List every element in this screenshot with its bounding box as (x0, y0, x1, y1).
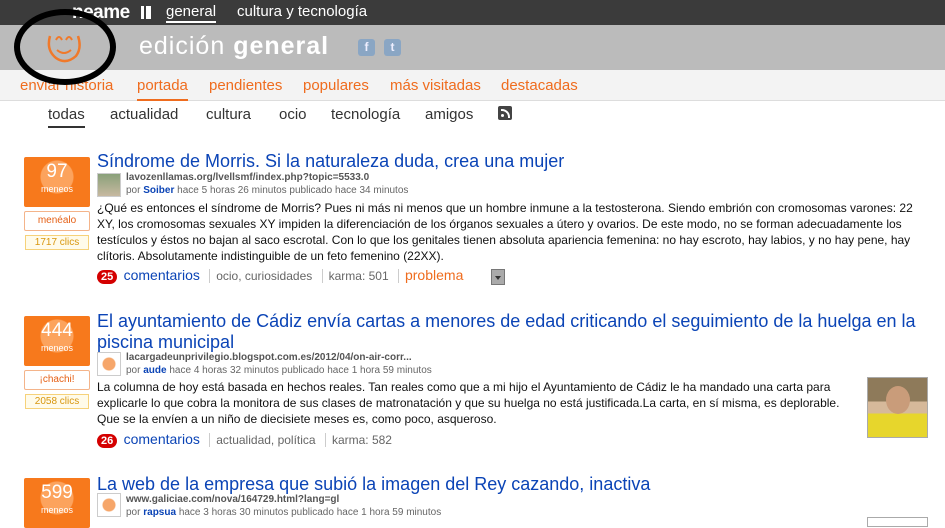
news-karma: karma: 501 (328, 269, 389, 283)
news-meta: por aude hace 4 horas 32 minutos publica… (126, 365, 432, 376)
vote-counter: 97 meneos (24, 157, 90, 207)
news-meta: por Soiber hace 5 horas 26 minutos publi… (126, 185, 409, 196)
news-tags[interactable]: actualidad, política (216, 433, 315, 447)
news-karma: karma: 582 (331, 433, 392, 447)
twitter-icon[interactable]: t (384, 39, 401, 56)
news-body: La columna de hoy está basada en hechos … (97, 380, 840, 426)
vote-count: 444 (41, 320, 73, 341)
user-avatar[interactable] (97, 173, 121, 197)
edition-title: edición general (139, 32, 330, 60)
news-title[interactable]: La web de la empresa que subió la imagen… (97, 474, 897, 495)
vote-label: meneos (40, 505, 74, 515)
top-bar: neame general cultura y tecnología (0, 0, 945, 25)
nav-populares[interactable]: populares (303, 77, 369, 94)
edition-icon (141, 6, 151, 19)
tab-general[interactable]: general (166, 3, 217, 23)
comments-count-badge: 25 (97, 270, 118, 284)
subnav-tecnologia[interactable]: tecnología (331, 106, 400, 123)
news-user-link[interactable]: aude (143, 365, 166, 376)
nav-destacadas[interactable]: destacadas (501, 77, 578, 94)
vote-box: 97 meneos menéalo 1717 clics (24, 157, 90, 250)
news-user-link[interactable]: Soiber (143, 185, 174, 196)
news-url[interactable]: www.galiciae.com/nova/164729.html?lang=g… (126, 494, 339, 505)
news-thumbnail[interactable] (867, 517, 928, 527)
problem-link[interactable]: problema (405, 267, 463, 283)
news-body: ¿Qué es entonces el síndrome de Morris? … (97, 201, 913, 263)
vote-count: 599 (41, 482, 73, 503)
subnav-ocio[interactable]: ocio (279, 106, 307, 123)
vote-label: meneos (40, 343, 74, 353)
rss-icon[interactable] (498, 106, 512, 120)
nav-pendientes[interactable]: pendientes (209, 77, 282, 94)
subnav-actualidad[interactable]: actualidad (110, 106, 178, 123)
news-footer: 26 comentarios actualidad, política karm… (97, 431, 392, 448)
comments-link[interactable]: comentarios (124, 431, 200, 447)
nav-mas-visitadas[interactable]: más visitadas (390, 77, 481, 94)
edition-header: edición general f t (0, 25, 945, 70)
news-tags[interactable]: ocio, curiosidades (216, 269, 312, 283)
source-favicon-icon (97, 493, 121, 517)
comments-link[interactable]: comentarios (124, 267, 200, 283)
vote-counter: 444 meneos (24, 316, 90, 366)
news-meta: por rapsua hace 3 horas 30 minutos publi… (126, 507, 442, 518)
problem-dropdown-icon[interactable] (490, 268, 505, 285)
news-user-link[interactable]: rapsua (143, 507, 176, 518)
source-favicon-icon (97, 352, 121, 376)
vote-count: 97 (46, 161, 68, 182)
vote-counter: 599 meneos (24, 478, 90, 528)
news-title[interactable]: Síndrome de Morris. Si la naturaleza dud… (97, 151, 897, 172)
news-url[interactable]: lavozenllamas.org/lvellsmf/index.php?top… (126, 172, 369, 183)
vote-box: 599 meneos (24, 478, 90, 528)
facebook-icon[interactable]: f (358, 39, 375, 56)
clicks-count: 1717 clics (25, 235, 89, 250)
news-title[interactable]: El ayuntamiento de Cádiz envía cartas a … (97, 311, 927, 353)
subnav-amigos[interactable]: amigos (425, 106, 473, 123)
news-thumbnail[interactable] (867, 377, 928, 438)
nav-portada[interactable]: portada (137, 77, 188, 101)
main-nav: enviar historia portada pendientes popul… (0, 70, 945, 101)
news-url[interactable]: lacargadeunprivilegio.blogspot.com.es/20… (126, 352, 412, 363)
tab-cultura-tecnologia[interactable]: cultura y tecnología (237, 3, 367, 20)
vote-box: 444 meneos ¡chachi! 2058 clics (24, 316, 90, 409)
subnav-cultura[interactable]: cultura (206, 106, 251, 123)
comments-count-badge: 26 (97, 434, 118, 448)
chachi-button[interactable]: ¡chachi! (24, 370, 90, 390)
menealo-button[interactable]: menéalo (24, 211, 90, 231)
news-footer: 25 comentarios ocio, curiosidades karma:… (97, 267, 505, 285)
subnav-todas[interactable]: todas (48, 106, 85, 128)
site-logo-icon[interactable] (44, 28, 84, 66)
clicks-count: 2058 clics (25, 394, 89, 409)
vote-label: meneos (40, 184, 74, 194)
